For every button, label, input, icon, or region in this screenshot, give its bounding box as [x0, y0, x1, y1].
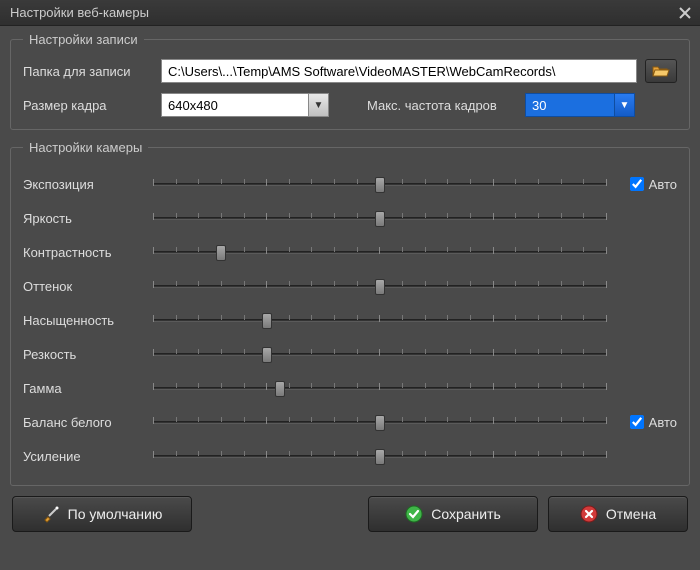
slider-thumb[interactable]	[275, 381, 285, 397]
slider-thumb[interactable]	[375, 177, 385, 193]
folder-open-icon	[652, 64, 670, 78]
slider-thumb[interactable]	[375, 279, 385, 295]
frame-size-select[interactable]: 640x480 ▼	[161, 93, 329, 117]
fps-label: Макс. частота кадров	[367, 98, 517, 113]
auto-checkbox[interactable]	[630, 415, 644, 429]
save-label: Сохранить	[431, 506, 501, 522]
save-button[interactable]: Сохранить	[368, 496, 538, 532]
auto-checkbox-wrap: Авто	[607, 177, 677, 192]
slider[interactable]	[153, 208, 607, 228]
slider-label: Баланс белого	[23, 415, 153, 430]
slider-row: Гамма	[23, 371, 677, 405]
slider-row: Контрастность	[23, 235, 677, 269]
auto-label: Авто	[649, 177, 677, 192]
slider[interactable]	[153, 276, 607, 296]
slider[interactable]	[153, 174, 607, 194]
auto-checkbox[interactable]	[630, 177, 644, 191]
slider-row: Насыщенность	[23, 303, 677, 337]
window-title: Настройки веб-камеры	[10, 5, 149, 20]
slider-thumb[interactable]	[262, 347, 272, 363]
slider-label: Гамма	[23, 381, 153, 396]
slider-thumb[interactable]	[375, 449, 385, 465]
slider-label: Экспозиция	[23, 177, 153, 192]
slider-thumb[interactable]	[262, 313, 272, 329]
browse-folder-button[interactable]	[645, 59, 677, 83]
titlebar: Настройки веб-камеры	[0, 0, 700, 26]
slider-label: Яркость	[23, 211, 153, 226]
close-icon[interactable]	[676, 4, 694, 22]
slider[interactable]	[153, 412, 607, 432]
recording-folder-input[interactable]	[161, 59, 637, 83]
fps-select[interactable]: 30 ▼	[525, 93, 635, 117]
slider[interactable]	[153, 344, 607, 364]
slider-row: Баланс белого Авто	[23, 405, 677, 439]
button-bar: По умолчанию Сохранить Отмена	[10, 496, 690, 532]
slider-label: Контрастность	[23, 245, 153, 260]
frame-size-value: 640x480	[162, 98, 308, 113]
slider-thumb[interactable]	[216, 245, 226, 261]
slider-row: Яркость	[23, 201, 677, 235]
defaults-label: По умолчанию	[68, 506, 163, 522]
chevron-down-icon: ▼	[614, 94, 634, 116]
slider-label: Насыщенность	[23, 313, 153, 328]
recording-settings-group: Настройки записи Папка для записи Размер…	[10, 32, 690, 130]
slider-label: Усиление	[23, 449, 153, 464]
slider-row: Резкость	[23, 337, 677, 371]
slider[interactable]	[153, 378, 607, 398]
cancel-button[interactable]: Отмена	[548, 496, 688, 532]
slider-label: Оттенок	[23, 279, 153, 294]
camera-legend: Настройки камеры	[23, 140, 148, 155]
chevron-down-icon: ▼	[308, 94, 328, 116]
defaults-button[interactable]: По умолчанию	[12, 496, 192, 532]
x-circle-icon	[580, 505, 598, 523]
slider-thumb[interactable]	[375, 211, 385, 227]
auto-label: Авто	[649, 415, 677, 430]
slider-label: Резкость	[23, 347, 153, 362]
brush-icon	[42, 505, 60, 523]
frame-size-label: Размер кадра	[23, 98, 153, 113]
auto-checkbox-wrap: Авто	[607, 415, 677, 430]
recording-legend: Настройки записи	[23, 32, 144, 47]
check-circle-icon	[405, 505, 423, 523]
cancel-label: Отмена	[606, 506, 656, 522]
slider[interactable]	[153, 446, 607, 466]
folder-label: Папка для записи	[23, 64, 153, 79]
slider-row: Экспозиция Авто	[23, 167, 677, 201]
camera-settings-group: Настройки камеры Экспозиция Авто Яркость Ко…	[10, 140, 690, 486]
slider-row: Усиление	[23, 439, 677, 473]
slider[interactable]	[153, 310, 607, 330]
slider-row: Оттенок	[23, 269, 677, 303]
slider[interactable]	[153, 242, 607, 262]
fps-value: 30	[526, 98, 614, 113]
slider-thumb[interactable]	[375, 415, 385, 431]
